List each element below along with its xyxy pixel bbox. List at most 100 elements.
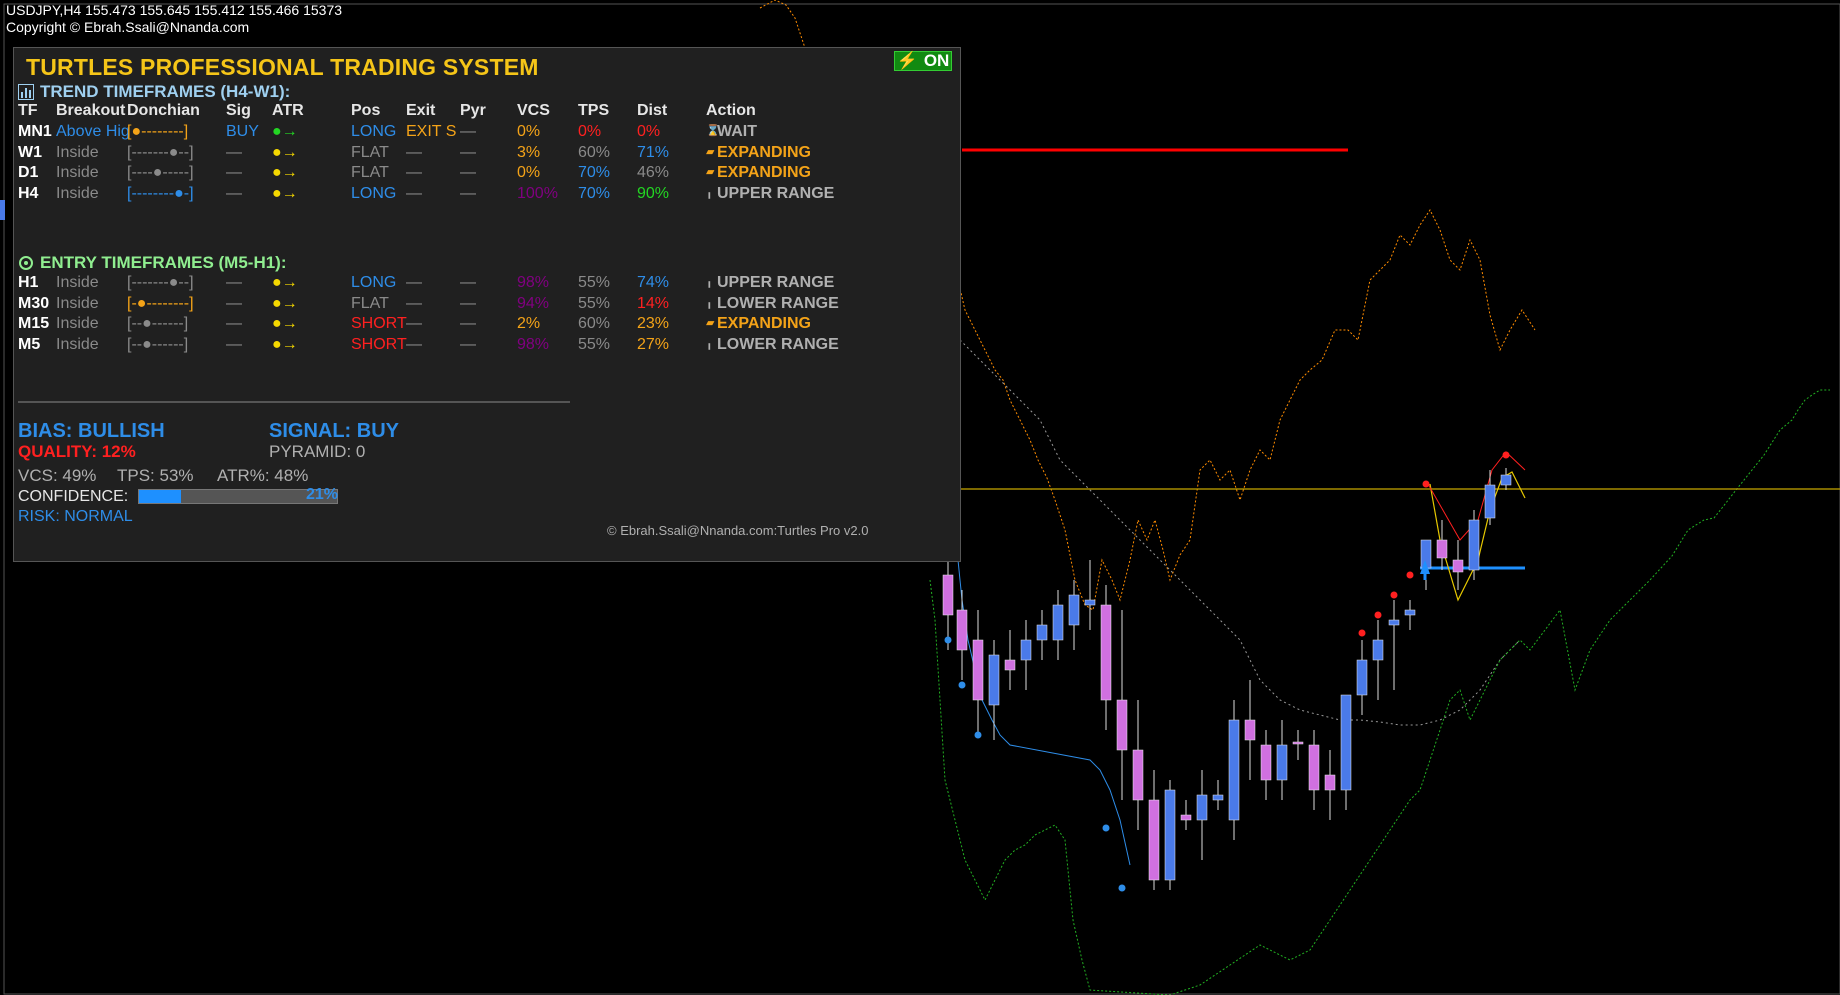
cell-vcs: 98% (517, 335, 550, 353)
candle-body (956, 609, 968, 651)
cell-donchian: [-------●--] (127, 143, 194, 161)
cell-pos: FLAT (351, 294, 389, 312)
cell-sig: — (226, 315, 242, 332)
entry-section-title: ENTRY TIMEFRAMES (M5-H1): (18, 253, 287, 273)
cell-vcs: 2% (517, 315, 541, 332)
candle-body (1260, 744, 1272, 781)
symbol-info: USDJPY,H4 155.473 155.645 155.412 155.46… (6, 2, 343, 18)
header-atr: ATR (272, 102, 304, 119)
cell-exit: — (406, 164, 422, 181)
header-pos: Pos (351, 102, 381, 119)
cell-pos: SHORT (351, 315, 407, 332)
header-pyr: Pyr (460, 102, 486, 119)
target-icon (19, 256, 33, 270)
candle-body (1100, 604, 1112, 701)
candle-body (1244, 719, 1256, 741)
cell-tps: 60% (578, 315, 611, 332)
lightning-icon: ⚡ (896, 51, 918, 70)
pyramid-label: PYRAMID: 0 (269, 442, 366, 461)
signal-dot (1358, 629, 1366, 637)
signal-dot (958, 681, 966, 689)
cell-tf: M5 (18, 335, 41, 353)
candle-body (1308, 744, 1320, 791)
trend-section-title: TREND TIMEFRAMES (H4-W1): (18, 82, 290, 102)
cell-atr: ●→ (272, 143, 298, 161)
action-icon: ▰ (706, 317, 715, 329)
cell-action: WAIT (717, 123, 757, 140)
signal-dot (974, 731, 982, 739)
cell-donchian: [--●------] (127, 315, 189, 332)
header-breakout: Breakout (56, 102, 126, 119)
cell-vcs: 98% (517, 274, 550, 291)
cell-tf: H4 (18, 184, 39, 202)
cell-vcs: 0% (517, 123, 541, 140)
cell-exit: — (406, 274, 422, 291)
cell-tps: 55% (578, 294, 611, 312)
candle-body (1388, 619, 1400, 626)
panel-title: TURTLES PROFESSIONAL TRADING SYSTEM (26, 54, 539, 80)
candle-body (1180, 814, 1192, 821)
candle-body (1436, 539, 1448, 559)
cell-action: EXPANDING (717, 164, 811, 181)
action-icon: ╻ (706, 186, 713, 199)
header-donchian: Donchian (127, 102, 200, 119)
quality-label: QUALITY: 12% (18, 442, 136, 461)
signal-dot (944, 636, 952, 644)
cell-breakout: Inside (56, 335, 99, 353)
header-exit: Exit (406, 102, 436, 119)
cell-sig: — (226, 294, 242, 312)
header-action: Action (706, 102, 756, 119)
cell-dist: 0% (637, 123, 661, 140)
cell-exit: — (406, 294, 422, 312)
chart-header: USDJPY,H4 155.473 155.645 155.412 155.46… (6, 2, 342, 36)
cell-exit: — (406, 315, 422, 332)
candle-body (1340, 694, 1352, 791)
cell-breakout: Above Hig (56, 123, 130, 140)
cell-dist: 46% (637, 164, 670, 181)
cell-breakout: Inside (56, 164, 99, 181)
candle-body (1404, 609, 1416, 616)
cell-donchian: [-------●--] (127, 274, 194, 291)
cell-donchian: [-●--------] (127, 294, 194, 312)
action-icon: ╻ (706, 296, 713, 309)
cell-dist: 71% (637, 143, 670, 161)
action-icon: ▰ (706, 166, 715, 178)
candle-body (1500, 474, 1512, 486)
bias-label: BIAS: BULLISH (18, 420, 165, 442)
header-tps: TPS (578, 102, 610, 119)
cell-atr: ●→ (272, 274, 298, 291)
cell-atr: ●→ (272, 184, 298, 202)
bar-chart-icon (18, 84, 34, 100)
cell-vcs: 100% (517, 184, 558, 202)
cell-sig: — (226, 184, 242, 202)
cell-sig: — (226, 143, 242, 161)
candle-body (1052, 604, 1064, 641)
cell-pyr: — (460, 335, 476, 353)
candle-body (1276, 744, 1288, 781)
candle-body (1036, 624, 1048, 641)
cell-pyr: — (460, 164, 476, 181)
cell-tps: 70% (578, 164, 611, 181)
action-icon: ╻ (706, 337, 713, 350)
cell-action: LOWER RANGE (717, 294, 839, 312)
candle-body (1084, 599, 1096, 606)
atr-metric: ATR%: 48% (217, 466, 309, 485)
cell-pos: FLAT (351, 164, 389, 181)
candle-body (942, 574, 954, 616)
cell-dist: 23% (637, 315, 670, 332)
cell-sig: — (226, 274, 242, 291)
donchian-middle-line (959, 339, 1521, 726)
signal-dot (1374, 611, 1382, 619)
signal-dot (1118, 884, 1126, 892)
divider (18, 401, 570, 403)
cell-tf: M30 (18, 294, 50, 312)
cell-exit: — (406, 335, 422, 353)
candle-body (1484, 484, 1496, 519)
cell-breakout: Inside (56, 315, 99, 332)
cell-dist: 74% (637, 274, 670, 291)
cell-pyr: — (460, 274, 476, 291)
on-toggle-button[interactable]: ⚡ ON (894, 51, 952, 71)
signal-dot (1102, 824, 1110, 832)
cell-pyr: — (460, 184, 476, 202)
tps-metric: TPS: 53% (117, 466, 194, 485)
